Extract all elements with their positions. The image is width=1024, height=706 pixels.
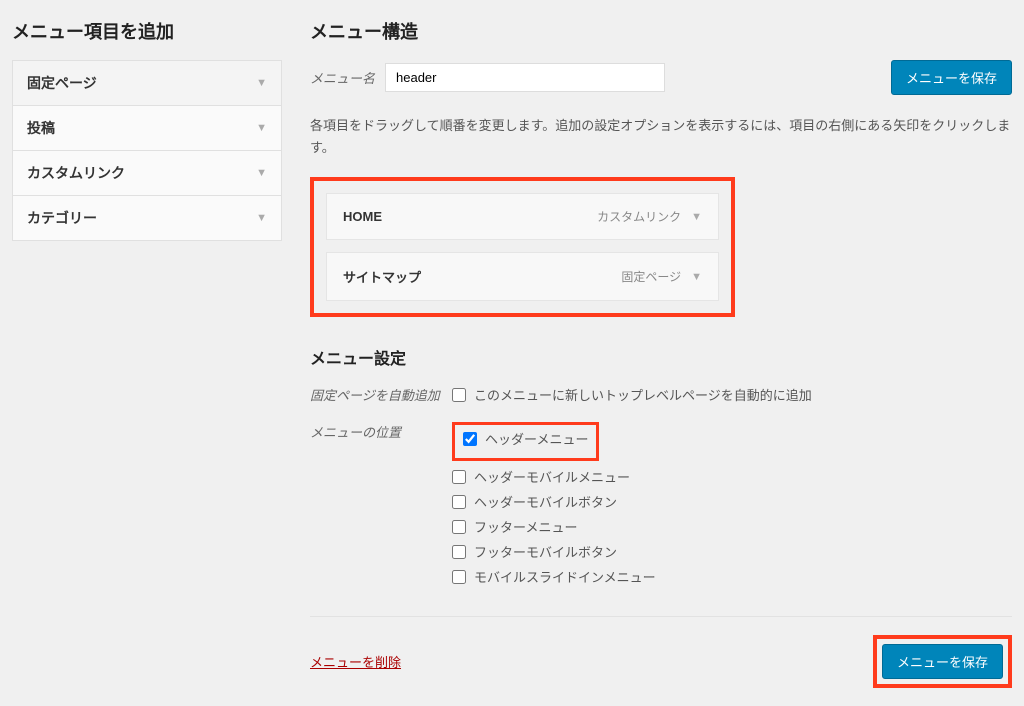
location-text: モバイルスライドインメニュー xyxy=(474,567,656,586)
location-option-header-mobile-button[interactable]: ヘッダーモバイルボタン xyxy=(452,492,656,511)
location-option-footer-mobile-button[interactable]: フッターモバイルボタン xyxy=(452,542,656,561)
add-menu-items-panel: メニュー項目を追加 固定ページ ▼ 投稿 ▼ カスタムリンク ▼ カテゴリー ▼ xyxy=(12,18,282,688)
menu-settings-heading: メニュー設定 xyxy=(310,345,1012,369)
chevron-down-icon: ▼ xyxy=(256,77,267,89)
structure-title: メニュー構造 xyxy=(310,18,1012,44)
location-text: フッターメニュー xyxy=(474,517,577,536)
menu-item-type: カスタムリンク xyxy=(597,208,681,225)
drag-description: 各項目をドラッグして順番を変更します。追加の設定オプションを表示するには、項目の… xyxy=(310,115,1012,159)
location-checkbox[interactable] xyxy=(452,570,466,584)
menu-structure-panel: メニュー構造 メニュー名 メニューを保存 各項目をドラッグして順番を変更します。… xyxy=(310,18,1012,688)
save-menu-button-bottom[interactable]: メニューを保存 xyxy=(882,644,1003,679)
location-text: ヘッダーモバイルメニュー xyxy=(474,467,630,486)
location-checkbox[interactable] xyxy=(463,432,477,446)
location-text: ヘッダーモバイルボタン xyxy=(474,492,617,511)
location-option-mobile-slidein[interactable]: モバイルスライドインメニュー xyxy=(452,567,656,586)
accordion-label: 固定ページ xyxy=(27,73,97,93)
menu-name-label: メニュー名 xyxy=(310,68,375,87)
location-checkbox[interactable] xyxy=(452,495,466,509)
location-option-header-mobile[interactable]: ヘッダーモバイルメニュー xyxy=(452,467,656,486)
save-menu-button-top[interactable]: メニューを保存 xyxy=(891,60,1012,95)
accordion-custom-link[interactable]: カスタムリンク ▼ xyxy=(13,151,281,196)
auto-add-row: 固定ページを自動追加 このメニューに新しいトップレベルページを自動的に追加 xyxy=(310,385,1012,410)
auto-add-option[interactable]: このメニューに新しいトップレベルページを自動的に追加 xyxy=(452,385,812,404)
menu-item-type: 固定ページ xyxy=(621,268,681,285)
chevron-down-icon: ▼ xyxy=(256,122,267,134)
menu-item-title: HOME xyxy=(343,209,382,224)
location-label: メニューの位置 xyxy=(310,422,452,441)
accordion-label: 投稿 xyxy=(27,118,55,138)
menu-items-highlight: HOME カスタムリンク ▼ サイトマップ 固定ページ ▼ xyxy=(310,177,735,317)
accordion-label: カテゴリー xyxy=(27,208,97,228)
location-checkbox[interactable] xyxy=(452,470,466,484)
chevron-down-icon: ▼ xyxy=(256,167,267,179)
location-text: ヘッダーメニュー xyxy=(485,429,588,448)
auto-add-checkbox[interactable] xyxy=(452,388,466,402)
accordion-fixed-pages[interactable]: 固定ページ ▼ xyxy=(13,61,281,106)
add-items-accordion: 固定ページ ▼ 投稿 ▼ カスタムリンク ▼ カテゴリー ▼ xyxy=(12,60,282,241)
accordion-categories[interactable]: カテゴリー ▼ xyxy=(13,196,281,240)
accordion-label: カスタムリンク xyxy=(27,163,125,183)
location-option-header[interactable]: ヘッダーメニュー xyxy=(463,429,588,448)
footer-row: メニューを削除 メニューを保存 xyxy=(310,616,1012,688)
menu-name-row: メニュー名 メニューを保存 xyxy=(310,60,1012,95)
menu-item[interactable]: サイトマップ 固定ページ ▼ xyxy=(326,252,719,301)
locations-row: メニューの位置 ヘッダーメニュー ヘッダーモバイルメニュー ヘッダーモバイルボタ… xyxy=(310,422,1012,592)
save-button-highlight: メニューを保存 xyxy=(873,635,1012,688)
chevron-down-icon: ▼ xyxy=(256,212,267,224)
menu-item-title: サイトマップ xyxy=(343,267,421,286)
chevron-down-icon[interactable]: ▼ xyxy=(691,211,702,223)
location-highlight: ヘッダーメニュー xyxy=(452,422,599,461)
location-checkbox[interactable] xyxy=(452,545,466,559)
location-option-footer[interactable]: フッターメニュー xyxy=(452,517,656,536)
menu-name-input[interactable] xyxy=(385,63,665,92)
auto-add-label: 固定ページを自動追加 xyxy=(310,385,452,404)
delete-menu-link[interactable]: メニューを削除 xyxy=(310,652,401,671)
menu-item[interactable]: HOME カスタムリンク ▼ xyxy=(326,193,719,240)
location-text: フッターモバイルボタン xyxy=(474,542,617,561)
location-checkbox[interactable] xyxy=(452,520,466,534)
accordion-posts[interactable]: 投稿 ▼ xyxy=(13,106,281,151)
auto-add-text: このメニューに新しいトップレベルページを自動的に追加 xyxy=(474,385,812,404)
add-items-title: メニュー項目を追加 xyxy=(12,18,282,44)
locations-list: ヘッダーメニュー ヘッダーモバイルメニュー ヘッダーモバイルボタン フッターメニ… xyxy=(452,422,656,592)
chevron-down-icon[interactable]: ▼ xyxy=(691,271,702,283)
